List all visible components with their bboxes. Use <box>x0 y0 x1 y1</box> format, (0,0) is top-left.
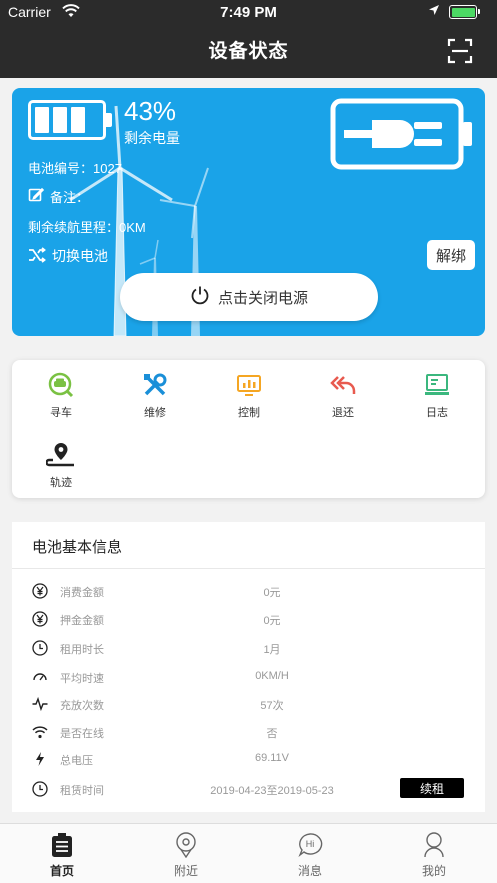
info-row-consumption: 消费金额 0元 <box>12 580 485 602</box>
battery-percent: 43% <box>124 96 177 126</box>
tab-nearby[interactable]: 附近 <box>146 832 226 879</box>
info-label: 是否在线 <box>60 728 104 740</box>
menu-item-return[interactable]: 退还 <box>296 372 390 420</box>
section-title: 电池基本信息 <box>32 539 123 556</box>
page-title: 设备状态 <box>208 41 289 62</box>
battery-plug-icon <box>330 98 472 170</box>
info-value: 57次 <box>260 700 284 712</box>
battery-id-text: 电池编号：1027 <box>28 161 122 176</box>
info-row-total-voltage: 总电压 69.11V <box>12 748 485 770</box>
function-menu: 寻车 维修 控制 退还 日志 轨迹 <box>12 360 485 498</box>
info-value: 0元 <box>263 587 281 599</box>
find-car-icon <box>48 372 74 398</box>
speed-icon <box>33 673 47 681</box>
info-label: 总电压 <box>60 755 93 767</box>
tab-profile[interactable]: 我的 <box>394 832 474 879</box>
yen-icon <box>32 583 48 599</box>
menu-item-log[interactable]: 日志 <box>390 372 484 420</box>
tab-bar: 首页 附近 Hi 消息 我的 <box>0 823 497 883</box>
info-row-online: 是否在线 否 <box>12 721 485 743</box>
battery-status-card: 43% 剩余电量 电池编号：1027 备注： 剩余续航里程：0KM 切换电池 解… <box>12 88 485 336</box>
info-row-deposit: 押金金额 0元 <box>12 608 485 630</box>
clock-icon <box>32 640 48 656</box>
clock-icon <box>32 781 48 797</box>
info-label: 押金金额 <box>60 615 104 627</box>
info-value: 否 <box>266 728 278 740</box>
repair-icon <box>144 373 167 396</box>
battery-level-icon <box>28 100 112 140</box>
yen-icon <box>32 611 48 627</box>
info-label: 租赁时间 <box>60 785 104 797</box>
location-arrow-icon <box>428 4 440 19</box>
menu-item-repair[interactable]: 维修 <box>108 372 202 420</box>
switch-battery-label: 切换电池 <box>52 248 108 264</box>
menu-item-label: 寻车 <box>50 407 72 419</box>
tab-home[interactable]: 首页 <box>22 832 102 879</box>
info-row-rental-duration: 租用时长 1月 <box>12 637 485 659</box>
location-icon <box>176 832 196 858</box>
remaining-range-text: 剩余续航里程：0KM <box>28 220 146 235</box>
log-icon <box>425 374 449 395</box>
bolt-icon <box>36 752 44 766</box>
tab-label: 我的 <box>421 864 446 878</box>
pulse-icon <box>32 696 48 712</box>
battery-percent-label: 剩余电量 <box>124 130 180 146</box>
profile-icon <box>424 832 444 858</box>
info-row-avg-speed: 平均时速 0KM/H <box>12 666 485 688</box>
control-icon <box>237 375 261 396</box>
tab-label: 附近 <box>173 864 198 878</box>
clock: 7:49 PM <box>220 4 277 21</box>
menu-item-label: 日志 <box>426 407 448 419</box>
battery-note[interactable]: 备注： <box>28 187 89 206</box>
status-bar: Carrier 7:49 PM <box>0 0 497 26</box>
battery-info-section: 电池基本信息 消费金额 0元 押金金额 0元 租用时长 1月 平均时速 0KM/… <box>12 522 485 812</box>
scan-icon[interactable] <box>447 38 473 64</box>
switch-battery-button[interactable]: 切换电池 <box>28 246 108 266</box>
info-label: 充放次数 <box>60 700 104 712</box>
info-value: 2019-04-23至2019-05-23 <box>210 785 334 797</box>
tab-label: 首页 <box>49 864 74 878</box>
status-battery-icon <box>449 5 480 19</box>
menu-item-find-car[interactable]: 寻车 <box>14 372 108 420</box>
return-icon <box>330 376 356 394</box>
tab-label: 消息 <box>297 864 322 878</box>
info-row-rental-period: 租赁时间 2019-04-23至2019-05-23 续租 <box>12 778 485 800</box>
header: Carrier 7:49 PM 设备状态 <box>0 0 497 78</box>
menu-item-label: 控制 <box>238 407 260 419</box>
info-label: 消费金额 <box>60 587 104 599</box>
info-value: 0KM/H <box>255 670 289 682</box>
info-value: 69.11V <box>254 752 290 764</box>
menu-item-label: 维修 <box>144 407 166 419</box>
unbind-button[interactable]: 解绑 <box>427 240 475 270</box>
home-battery-icon <box>52 833 72 857</box>
info-label: 租用时长 <box>60 644 104 656</box>
remaining-range: 剩余续航里程：0KM <box>28 217 146 236</box>
power-off-label: 点击关闭电源 <box>217 289 308 307</box>
track-icon <box>46 443 74 467</box>
menu-item-track[interactable]: 轨迹 <box>14 442 108 490</box>
info-value: 1月 <box>263 644 281 656</box>
wifi-icon <box>32 726 48 739</box>
shuffle-icon <box>28 246 46 266</box>
message-icon: Hi <box>298 833 323 858</box>
battery-note-text: 备注： <box>50 190 90 205</box>
info-label: 平均时速 <box>60 673 104 685</box>
tab-messages[interactable]: Hi 消息 <box>270 832 350 879</box>
menu-item-label: 轨迹 <box>50 477 72 489</box>
menu-item-label: 退还 <box>332 407 354 419</box>
info-row-charge-cycles: 充放次数 57次 <box>12 693 485 715</box>
renew-button[interactable]: 续租 <box>400 778 464 798</box>
divider <box>12 568 485 569</box>
power-icon <box>190 285 210 309</box>
battery-id: 电池编号：1027 <box>28 158 122 177</box>
edit-icon <box>28 187 45 206</box>
power-off-button[interactable]: 点击关闭电源 <box>120 273 378 321</box>
svg-text:Hi: Hi <box>306 839 315 849</box>
info-value: 0元 <box>263 615 281 627</box>
menu-item-control[interactable]: 控制 <box>202 372 296 420</box>
